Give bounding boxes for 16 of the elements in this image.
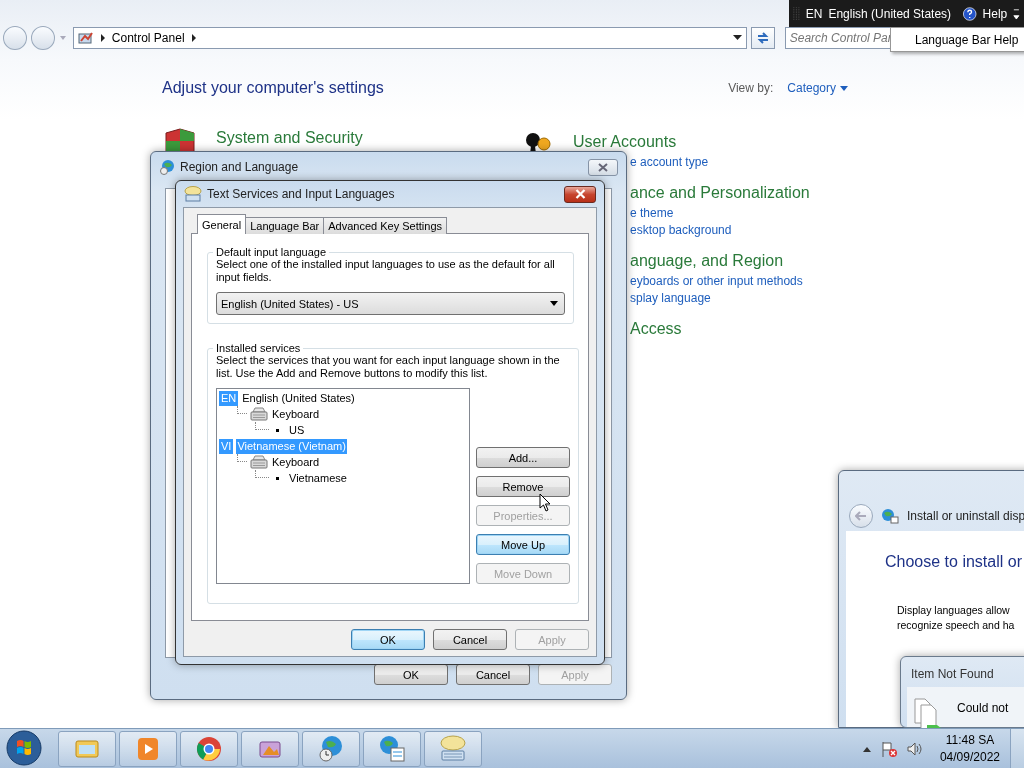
language-badge: VI: [219, 438, 234, 454]
description-line: recognize speech and ha: [897, 618, 1015, 633]
page-heading: Adjust your computer's settings: [162, 79, 384, 97]
dialog-title: Item Not Found: [910, 666, 995, 681]
window-title: Install or uninstall disp: [907, 509, 1024, 523]
error-message: Could not: [957, 701, 1009, 715]
view-by-label: View by:: [728, 81, 774, 95]
description: Select the services that you want for each input language shown in the list. Use the Add and Remove buttons to modify this list.: [216, 354, 561, 380]
description-line: Display languages allow: [897, 603, 1010, 618]
page-heading: Choose to install or: [885, 553, 1023, 571]
group-label: Installed services: [215, 342, 302, 354]
window-title: Text Services and Input Languages: [207, 187, 395, 201]
group-label: Default input language: [215, 246, 328, 258]
description: Select one of the installed input languages to use as the default for all input fields.: [216, 258, 556, 284]
language-badge: EN: [219, 390, 239, 406]
window-title: Region and Language: [180, 160, 299, 174]
